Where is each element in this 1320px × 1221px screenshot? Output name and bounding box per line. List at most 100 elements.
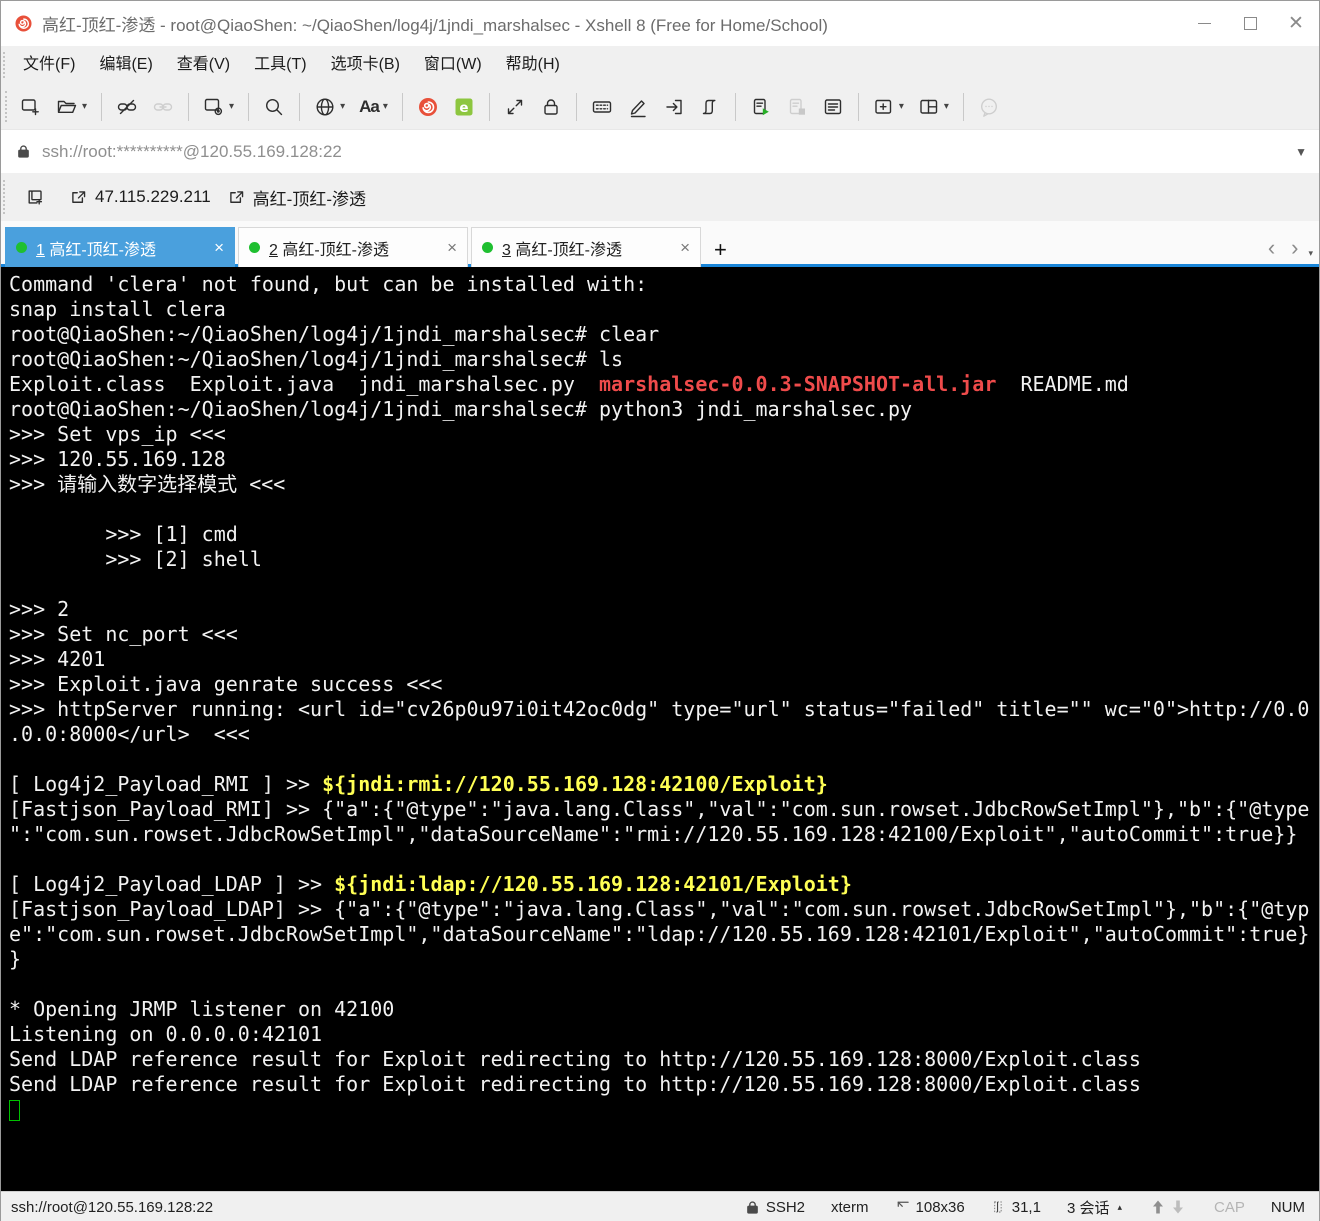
- toolbar-separator: [402, 93, 403, 121]
- menu-item[interactable]: 文件(F): [11, 56, 87, 73]
- tab-label: 1 高红-顶红-渗透: [36, 236, 208, 260]
- dropdown-caret-icon[interactable]: ▾: [82, 101, 87, 112]
- add-quick-link-button[interactable]: [20, 183, 52, 211]
- tab-nav-next-icon[interactable]: ›: [1283, 237, 1306, 259]
- maximize-button[interactable]: [1227, 1, 1273, 46]
- tab-label: 2 高红-顶红-渗透: [269, 236, 441, 260]
- script-scroll-button[interactable]: [693, 92, 727, 122]
- tab-close-icon[interactable]: ×: [447, 238, 457, 258]
- toolbar-separator: [248, 93, 249, 121]
- dropdown-caret-icon[interactable]: ▾: [383, 101, 388, 112]
- scroll-up-icon[interactable]: [1150, 1199, 1166, 1215]
- tab-close-icon[interactable]: ×: [680, 238, 690, 258]
- ssh-lock-icon: [744, 1199, 761, 1216]
- quick-links-bar: 47.115.229.211 高红-顶红-渗透: [1, 173, 1319, 221]
- status-cursor-position-label: 31,1: [1012, 1199, 1041, 1216]
- xshell-logo-icon: [13, 13, 34, 34]
- run-script-button[interactable]: [744, 92, 778, 122]
- menu-item[interactable]: 选项卡(B): [319, 56, 412, 73]
- toolbar-grip: [3, 180, 11, 214]
- minimize-button[interactable]: [1181, 1, 1227, 46]
- session-tabs: 1 高红-顶红-渗透×2 高红-顶红-渗透×3 高红-顶红-渗透×: [5, 227, 704, 267]
- terminal-screen[interactable]: Command 'clera' not found, but can be in…: [1, 267, 1319, 1191]
- menu-item[interactable]: 帮助(H): [494, 56, 572, 73]
- new-session-button[interactable]: [14, 92, 48, 122]
- quick-link[interactable]: 高红-顶红-渗透: [227, 185, 366, 210]
- keyboard-icon: [591, 96, 613, 118]
- split-layout-button[interactable]: ▾: [912, 92, 955, 122]
- status-num-lock: NUM: [1271, 1199, 1305, 1216]
- log-button[interactable]: [816, 92, 850, 122]
- status-screen-size-label: 108x36: [916, 1199, 965, 1216]
- terminal-line: }: [9, 947, 1319, 972]
- reconnect-button[interactable]: [146, 92, 180, 122]
- dropdown-caret-icon[interactable]: ▾: [229, 101, 234, 112]
- dropdown-caret-icon[interactable]: ▾: [944, 101, 949, 112]
- highlight-button[interactable]: [621, 92, 655, 122]
- status-protocol-label: SSH2: [766, 1199, 805, 1216]
- dropdown-caret-icon[interactable]: ▾: [899, 101, 904, 112]
- stop-script-button[interactable]: [780, 92, 814, 122]
- logout-button[interactable]: [657, 92, 691, 122]
- encoding-button[interactable]: ▾: [308, 92, 351, 122]
- new-tab-icon: [26, 187, 46, 207]
- terminal-line: >>> [1] cmd: [9, 522, 1319, 547]
- toolbar-separator: [858, 93, 859, 121]
- xftp-button[interactable]: e: [447, 92, 481, 122]
- address-dropdown-caret-icon[interactable]: ▼: [1295, 145, 1307, 159]
- virtual-keyboard-button[interactable]: [585, 92, 619, 122]
- session-tab-2[interactable]: 2 高红-顶红-渗透 ×: [238, 227, 468, 267]
- menu-item[interactable]: 窗口(W): [412, 56, 494, 73]
- session-tab-3[interactable]: 3 高红-顶红-渗透×: [471, 227, 701, 267]
- quick-link-label: 高红-顶红-渗透: [253, 185, 366, 210]
- terminal-line: >>> Set nc_port <<<: [9, 622, 1319, 647]
- chat-icon: [978, 96, 1000, 118]
- terminal-line: Listening on 0.0.0.0:42101: [9, 1022, 1319, 1047]
- menu-item[interactable]: 查看(V): [165, 56, 242, 73]
- menu-bar: 文件(F)编辑(E)查看(V)工具(T)选项卡(B)窗口(W)帮助(H): [1, 46, 1319, 84]
- chat-button[interactable]: [972, 92, 1006, 122]
- open-sessions-button[interactable]: ▾: [50, 92, 93, 122]
- tab-close-icon[interactable]: ×: [214, 238, 224, 258]
- close-icon: ✕: [1288, 14, 1304, 33]
- lock-screen-button[interactable]: [534, 92, 568, 122]
- close-button[interactable]: ✕: [1273, 1, 1319, 46]
- find-button[interactable]: [257, 92, 291, 122]
- terminal-line: [9, 1097, 1319, 1122]
- status-cursor-position: 31,1: [991, 1199, 1041, 1216]
- terminal-line: [9, 497, 1319, 522]
- terminal-line: >>> 4201: [9, 647, 1319, 672]
- session-properties-button[interactable]: ▾: [197, 92, 240, 122]
- new-tab-button[interactable]: +: [714, 239, 727, 261]
- toolbar-separator: [299, 93, 300, 121]
- terminal-line: root@QiaoShen:~/QiaoShen/log4j/1jndi_mar…: [9, 397, 1319, 422]
- address-bar[interactable]: ssh://root:**********@120.55.169.128:22 …: [1, 129, 1319, 173]
- quick-link[interactable]: 47.115.229.211: [69, 187, 211, 207]
- address-url[interactable]: ssh://root:**********@120.55.169.128:22: [42, 142, 1295, 162]
- status-caps-lock-label: CAP: [1214, 1199, 1245, 1216]
- tab-bar: 1 高红-顶红-渗透×2 高红-顶红-渗透×3 高红-顶红-渗透× + ‹ › …: [1, 221, 1319, 267]
- fullscreen-button[interactable]: [498, 92, 532, 122]
- dropdown-caret-icon[interactable]: ▾: [340, 101, 345, 112]
- scroll-down-icon[interactable]: [1170, 1199, 1186, 1215]
- xftp-icon: e: [453, 96, 475, 118]
- font-button[interactable]: Aa▾: [353, 93, 394, 121]
- log-icon: [822, 96, 844, 118]
- session-menu-caret-icon[interactable]: ▴: [1117, 1202, 1122, 1213]
- status-session-count[interactable]: 3 会话▴: [1067, 1197, 1122, 1218]
- new-window-button[interactable]: ▾: [867, 92, 910, 122]
- tab-nav-prev-icon[interactable]: ‹: [1260, 237, 1283, 259]
- terminal-cursor: [9, 1100, 20, 1121]
- terminal-line: >>> httpServer running: <url id="cv26p0u…: [9, 697, 1319, 722]
- menu-item[interactable]: 工具(T): [242, 56, 318, 73]
- xshell-button[interactable]: [411, 92, 445, 122]
- terminal-line: Command 'clera' not found, but can be in…: [9, 272, 1319, 297]
- terminal-line: [9, 572, 1319, 597]
- status-bar: ssh://root@120.55.169.128:22 SSH2xterm10…: [1, 1191, 1319, 1221]
- tab-overflow-caret-icon[interactable]: ▾: [1308, 248, 1313, 259]
- reconnect-icon: [152, 96, 174, 118]
- disconnect-button[interactable]: [110, 92, 144, 122]
- session-tab-1[interactable]: 1 高红-顶红-渗透 ×: [5, 227, 235, 267]
- terminal-line: [Fastjson_Payload_RMI] >> {"a":{"@type":…: [9, 797, 1319, 822]
- menu-item[interactable]: 编辑(E): [87, 56, 164, 73]
